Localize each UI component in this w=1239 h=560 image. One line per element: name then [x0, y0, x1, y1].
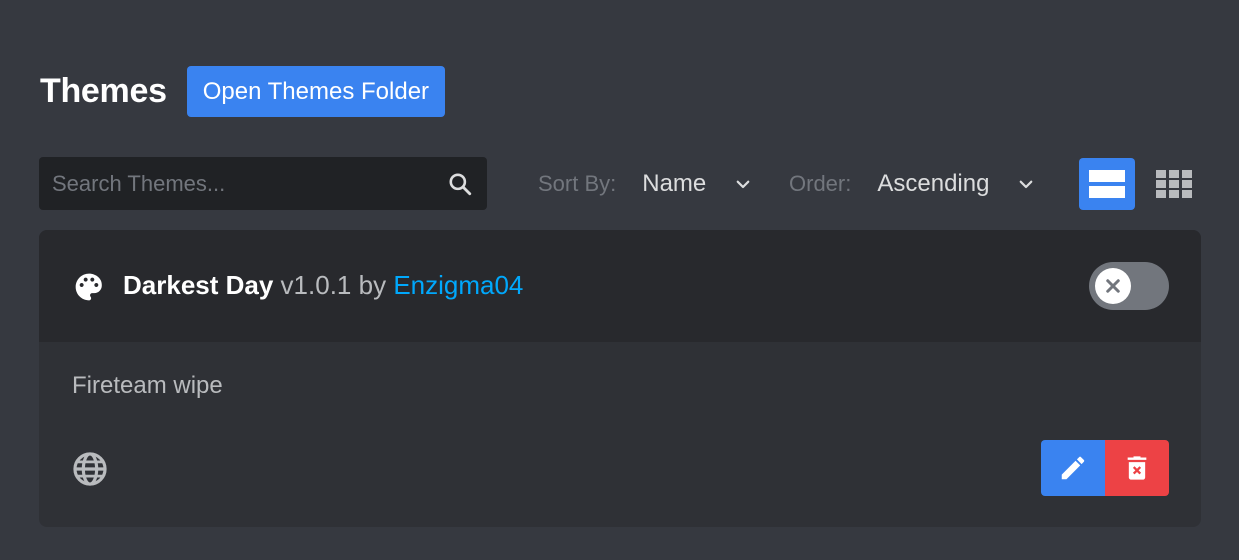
grid-view-icon [1156, 170, 1192, 198]
grid-view-button[interactable] [1146, 158, 1202, 210]
theme-version: v1.0.1 [280, 270, 352, 300]
theme-name: Darkest Day [123, 270, 274, 300]
order-value: Ascending [877, 169, 990, 197]
list-view-button[interactable] [1079, 158, 1135, 210]
search-box [39, 156, 487, 211]
theme-by-text: by [358, 270, 387, 300]
edit-button[interactable] [1041, 440, 1105, 496]
chevron-down-icon [1020, 180, 1033, 188]
close-icon [1106, 279, 1120, 293]
palette-icon [75, 273, 102, 301]
order-label: Order: [789, 170, 852, 196]
search-icon[interactable] [447, 171, 473, 197]
open-themes-folder-button[interactable]: Open Themes Folder [186, 66, 446, 117]
theme-enable-toggle[interactable] [1089, 262, 1169, 310]
theme-title-line: Darkest Day v1.0.1 by Enzigma04 [123, 270, 523, 301]
theme-description: Fireteam wipe [72, 372, 223, 399]
pencil-icon [1061, 456, 1085, 480]
sort-by-value: Name [642, 169, 707, 197]
trash-icon [1127, 456, 1147, 480]
globe-icon[interactable] [71, 450, 109, 488]
chevron-down-icon [736, 180, 750, 188]
delete-button[interactable] [1105, 440, 1169, 496]
theme-actions [1041, 440, 1169, 496]
toggle-knob [1095, 268, 1131, 304]
sort-by-dropdown[interactable]: Sort By: Name [538, 157, 752, 210]
order-dropdown[interactable]: Order: Ascending [789, 157, 1035, 210]
page-title: Themes [40, 72, 167, 110]
theme-card-header: Darkest Day v1.0.1 by Enzigma04 [39, 230, 1201, 342]
sort-by-label: Sort By: [538, 170, 617, 196]
theme-card: Darkest Day v1.0.1 by Enzigma04 Fireteam… [39, 230, 1201, 527]
page-header: Themes Open Themes Folder [40, 66, 446, 117]
search-input[interactable] [39, 156, 447, 211]
theme-author-link[interactable]: Enzigma04 [393, 270, 523, 300]
list-view-icon [1089, 170, 1125, 198]
